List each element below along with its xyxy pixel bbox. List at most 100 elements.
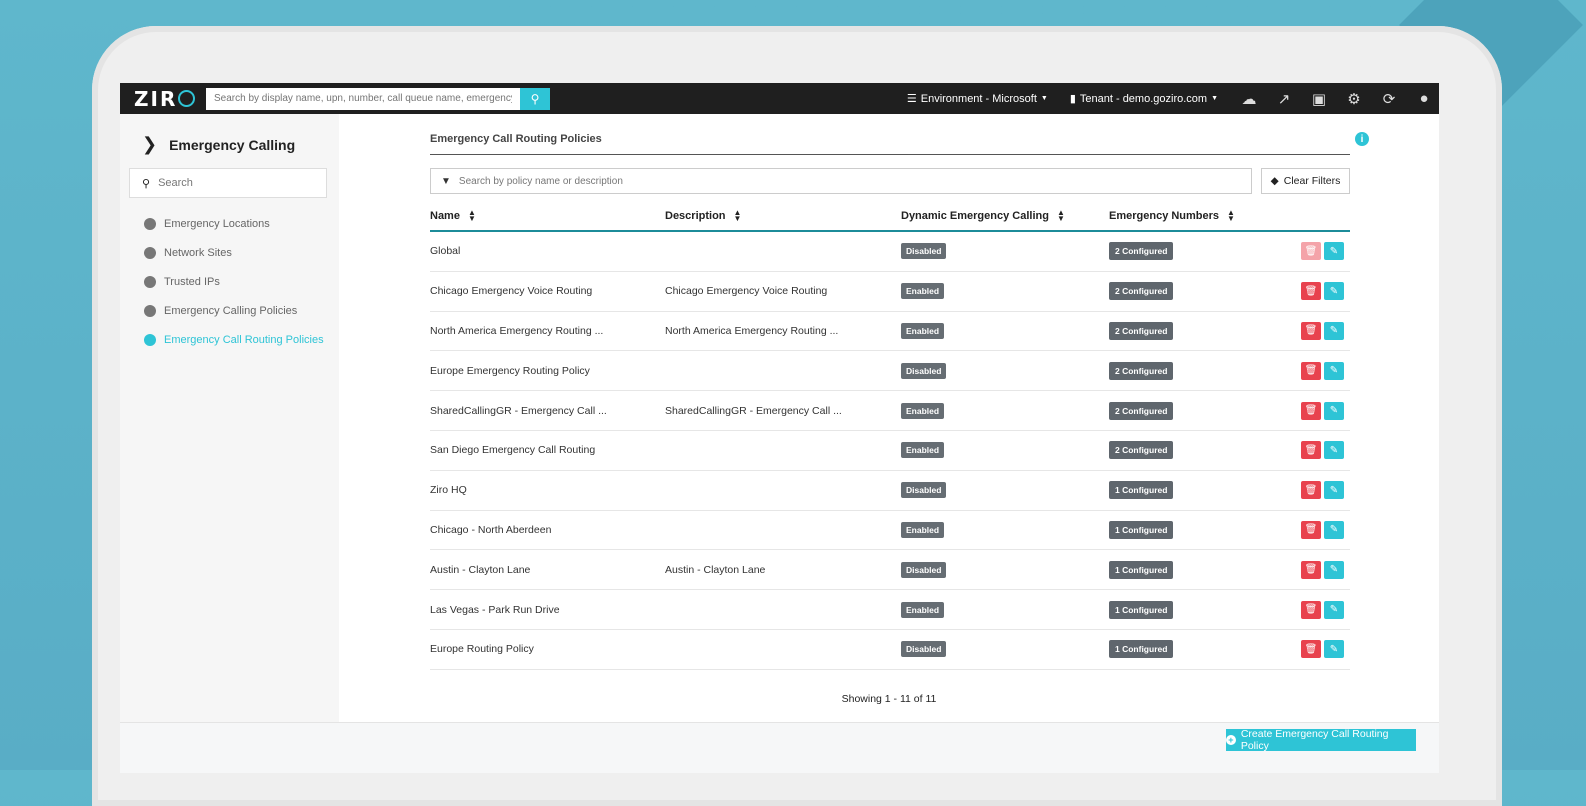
trash-icon: 🗑 — [1304, 484, 1318, 496]
delete-button[interactable]: 🗑 — [1301, 361, 1321, 380]
edit-button[interactable]: ✎ — [1324, 282, 1344, 301]
policy-name: San Diego Emergency Call Routing — [430, 444, 596, 457]
sidebar-item-network-sites[interactable]: Network Sites — [144, 238, 324, 267]
sidebar-search-input[interactable]: ⚲ Search — [129, 168, 327, 198]
table-row[interactable]: Chicago - North Aberdeen Enabled 1 Configu… — [430, 511, 1350, 551]
emergency-numbers-cell: 2 Configured — [1109, 282, 1299, 301]
create-policy-button[interactable]: + Create Emergency Call Routing Policy — [1226, 728, 1416, 752]
row-actions: 🗑 ✎ — [1299, 282, 1350, 301]
status-badge: Disabled — [901, 561, 947, 578]
delete-button[interactable]: 🗑 — [1301, 401, 1321, 420]
global-search-input[interactable] — [206, 87, 520, 110]
trash-icon: 🗑 — [1304, 524, 1318, 536]
delete-button[interactable]: 🗑 — [1301, 481, 1321, 500]
global-search-button[interactable]: ⚲ — [520, 87, 550, 110]
column-header-dynamic-emergency-calling[interactable]: Dynamic Emergency Calling ▲ ▼ — [901, 209, 1109, 223]
server-icon: ☰ — [906, 93, 917, 105]
environment-dropdown[interactable]: ☰ Environment - Microsoft ▼ — [906, 92, 1048, 106]
edit-button[interactable]: ✎ — [1324, 401, 1344, 420]
sort-icon[interactable]: ▲ ▼ — [468, 209, 476, 223]
table-row[interactable]: San Diego Emergency Call Routing Enabled 2… — [430, 431, 1350, 471]
chevron-right-icon[interactable]: ❯ — [142, 134, 157, 155]
sort-icon[interactable]: ▲ ▼ — [1227, 209, 1235, 223]
sync-icon[interactable]: ⟳ — [1380, 90, 1398, 108]
edit-button[interactable]: ✎ — [1324, 242, 1344, 261]
dynamic-calling-cell: Enabled — [901, 442, 1109, 459]
table-row[interactable]: North America Emergency Routing ... North… — [430, 312, 1350, 352]
delete-button[interactable]: 🗑 — [1301, 520, 1321, 539]
emergency-numbers-cell: 2 Configured — [1109, 321, 1299, 340]
dynamic-calling-cell: Enabled — [901, 283, 1109, 300]
row-actions: 🗑 ✎ — [1299, 242, 1350, 261]
sort-icon[interactable]: ▲ ▼ — [1057, 209, 1065, 223]
delete-button[interactable]: 🗑 — [1301, 242, 1321, 261]
trash-icon: 🗑 — [1304, 285, 1318, 297]
status-badge: Enabled — [901, 601, 945, 618]
row-actions: 🗑 ✎ — [1299, 520, 1350, 539]
ziro-logo[interactable]: ZIR — [134, 87, 206, 111]
chart-icon[interactable]: ↗ — [1275, 90, 1293, 108]
clear-filters-button[interactable]: ◆ Clear Filters — [1261, 168, 1350, 194]
robot-icon[interactable]: ▣ — [1310, 90, 1328, 108]
table-row[interactable]: Ziro HQ Disabled 1 Configured 🗑 ✎ — [430, 471, 1350, 511]
cloud-sync-icon[interactable]: ☁ — [1240, 90, 1258, 108]
table-row[interactable]: Austin - Clayton Lane Austin - Clayton La… — [430, 550, 1350, 591]
dynamic-calling-cell: Disabled — [901, 561, 1109, 578]
edit-button[interactable]: ✎ — [1324, 560, 1344, 579]
trash-icon: 🗑 — [1304, 604, 1318, 616]
page-title: Emergency Call Routing Policies — [430, 133, 602, 145]
configured-badge: 1 Configured — [1109, 520, 1174, 539]
delete-button[interactable]: 🗑 — [1301, 282, 1321, 301]
globe-icon — [144, 246, 156, 259]
trash-icon: 🗑 — [1304, 365, 1318, 377]
shield-icon — [144, 275, 156, 288]
search-icon: ⚲ — [530, 91, 540, 106]
dynamic-calling-cell: Enabled — [901, 521, 1109, 538]
pencil-icon: ✎ — [1329, 365, 1339, 377]
pencil-icon: ✎ — [1329, 405, 1339, 417]
app-screen: ZIR ⚲ ☰ Environment - Microsoft ▼ ▮ Tena… — [120, 83, 1439, 773]
delete-button[interactable]: 🗑 — [1301, 640, 1321, 659]
caret-down-icon: ▼ — [1040, 95, 1048, 102]
info-icon[interactable]: i — [1355, 132, 1369, 146]
sidebar-item-label: Emergency Locations — [164, 217, 270, 230]
status-badge: Disabled — [901, 641, 947, 658]
sidebar-item-label: Emergency Call Routing Policies — [164, 333, 324, 346]
gear-icon[interactable]: ⚙ — [1345, 90, 1363, 108]
edit-button[interactable]: ✎ — [1324, 321, 1344, 340]
edit-button[interactable]: ✎ — [1324, 600, 1344, 619]
delete-button[interactable]: 🗑 — [1301, 321, 1321, 340]
edit-button[interactable]: ✎ — [1324, 481, 1344, 500]
sidebar-item-trusted-ips[interactable]: Trusted IPs — [144, 267, 324, 296]
edit-button[interactable]: ✎ — [1324, 520, 1344, 539]
delete-button[interactable]: 🗑 — [1301, 441, 1321, 460]
column-header-name[interactable]: Name ▲ ▼ — [430, 209, 665, 223]
footer-bar: + Create Emergency Call Routing Policy — [120, 722, 1439, 773]
sidebar-item-emergency-calling-policies[interactable]: Emergency Calling Policies — [144, 296, 324, 325]
status-badge: Disabled — [901, 482, 947, 499]
user-icon[interactable]: ● — [1415, 90, 1433, 108]
edit-button[interactable]: ✎ — [1324, 441, 1344, 460]
sidebar-title[interactable]: ❯ Emergency Calling — [142, 134, 295, 155]
configured-badge: 1 Configured — [1109, 560, 1174, 579]
table-row[interactable]: Europe Routing Policy Disabled 1 Configure… — [430, 630, 1350, 670]
plus-circle-icon: + — [1226, 735, 1236, 745]
sidebar-item-emergency-call-routing-policies[interactable]: Emergency Call Routing Policies — [144, 325, 324, 354]
edit-button[interactable]: ✎ — [1324, 640, 1344, 659]
sort-icon[interactable]: ▲ ▼ — [734, 209, 742, 223]
column-header-emergency-numbers[interactable]: Emergency Numbers ▲ ▼ — [1109, 209, 1299, 223]
table-row[interactable]: SharedCallingGR - Emergency Call ... Shar… — [430, 391, 1350, 431]
eraser-icon: ◆ — [1270, 175, 1279, 187]
sidebar-item-emergency-locations[interactable]: Emergency Locations — [144, 209, 324, 238]
table-row[interactable]: Global Disabled 2 Configured 🗑 ✎ — [430, 232, 1350, 272]
table-row[interactable]: Europe Emergency Routing Policy Disabled 2… — [430, 351, 1350, 392]
delete-button[interactable]: 🗑 — [1301, 600, 1321, 619]
table-row[interactable]: Chicago Emergency Voice Routing Chicago E… — [430, 272, 1350, 312]
table-row[interactable]: Las Vegas - Park Run Drive Enabled 1 Confi… — [430, 590, 1350, 630]
status-badge: Enabled — [901, 442, 945, 459]
delete-button[interactable]: 🗑 — [1301, 560, 1321, 579]
column-header-description[interactable]: Description ▲ ▼ — [665, 209, 901, 223]
tenant-dropdown[interactable]: ▮ Tenant - demo.goziro.com ▼ — [1070, 92, 1218, 106]
edit-button[interactable]: ✎ — [1324, 361, 1344, 380]
policy-search-input[interactable]: ▼ Search by policy name or description — [430, 168, 1252, 194]
